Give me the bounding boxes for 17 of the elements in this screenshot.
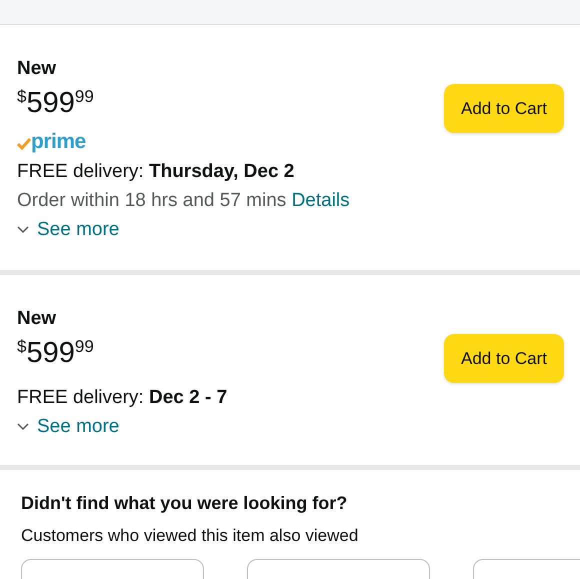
delivery-info: FREE delivery: Dec 2 - 7 (17, 386, 228, 410)
see-more-link[interactable]: See more (37, 215, 120, 244)
details-link[interactable]: Details (292, 190, 350, 211)
chevron-down-icon (17, 226, 29, 234)
section-title: Didn't find what you were looking for? (21, 492, 348, 515)
price: $^{$}$599$^{99}$ (17, 86, 95, 121)
prime-logo: prime (31, 130, 86, 154)
price: $^{$}$599$^{99}$ (17, 336, 95, 371)
add-to-cart-button[interactable]: Add to Cart (444, 84, 564, 133)
see-more-link[interactable]: See more (37, 412, 120, 441)
section-subtitle: Customers who viewed this item also viewed (21, 525, 360, 547)
condition-label: New (17, 57, 58, 81)
delivery-info: FREE delivery: Thursday, Dec 2 (17, 160, 296, 184)
order-note: Order within 18 hrs and 57 mins Details (17, 189, 350, 213)
add-to-cart-button[interactable]: Add to Cart (444, 334, 564, 383)
chevron-down-icon (17, 422, 29, 430)
condition-label: New (17, 307, 58, 331)
